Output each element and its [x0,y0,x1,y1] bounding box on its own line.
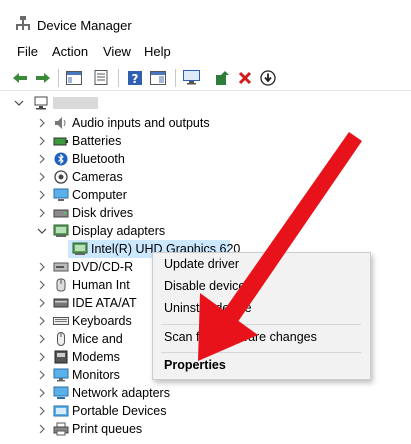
help-icon[interactable]: ? [126,69,143,86]
tree-item-label: Bluetooth [72,152,125,166]
menu-update-driver[interactable]: Update driver [164,257,239,271]
menu-file[interactable]: File [17,44,38,59]
disk-drive-icon [53,206,69,220]
menu-scan-hardware[interactable]: Scan for hardware changes [164,330,317,344]
tree-item-label: Disk drives [72,206,134,220]
redacted-computer-name [53,97,98,109]
tree-item-label: DVD/CD-R [72,260,134,274]
mouse-icon [53,332,69,346]
toolbar-separator [58,69,59,87]
audio-icon [53,116,69,130]
properties-icon[interactable] [92,69,109,86]
display-adapter-icon [53,224,69,238]
toolbar-separator [118,69,119,87]
update-driver-icon[interactable] [213,69,230,86]
printer-icon [53,422,69,436]
menu-uninstall-device[interactable]: Uninstall device [164,301,252,315]
show-hide-tree-icon[interactable] [65,69,82,86]
expand-chevron-icon[interactable] [37,370,47,380]
expand-chevron-icon[interactable] [37,262,47,272]
back-arrow-icon[interactable] [11,69,28,86]
tree-item-label: Keyboards [72,314,132,328]
expand-chevron-icon[interactable] [37,136,47,146]
expand-chevron-icon[interactable] [37,352,47,362]
window-title: Device Manager [37,18,132,33]
uninstall-icon[interactable] [236,69,253,86]
expand-chevron-icon[interactable] [37,172,47,182]
svg-text:?: ? [131,72,138,86]
monitor-icon [53,368,69,382]
menu-disable-device[interactable]: Disable device [164,279,245,293]
menu-separator [161,352,361,353]
tree-item-label: Monitors [72,368,120,382]
portable-device-icon [53,404,69,418]
tree-item-label: Cameras [72,170,123,184]
menu-help[interactable]: Help [144,44,171,59]
menu-properties[interactable]: Properties [164,358,226,372]
expand-chevron-icon[interactable] [37,190,47,200]
collapse-chevron-icon[interactable] [14,98,24,108]
network-adapter-icon [53,386,69,400]
context-menu: Update driver Disable device Uninstall d… [152,252,371,380]
expand-chevron-icon[interactable] [37,154,47,164]
expand-chevron-icon[interactable] [37,298,47,308]
camera-icon [53,170,69,184]
menu-view[interactable]: View [103,44,131,59]
expand-chevron-icon[interactable] [37,280,47,290]
menu-bar: File Action View Help [0,44,411,62]
scan-hardware-icon[interactable] [183,69,200,86]
title-bar: Device Manager [0,0,411,40]
tree-item-label: Print queues [72,422,143,436]
tree-item-label: IDE ATA/AT [72,296,137,310]
ide-icon [53,296,69,310]
expand-chevron-icon[interactable] [37,118,47,128]
computer-root-icon [33,96,49,110]
display-adapter-icon [72,242,88,256]
expand-chevron-icon[interactable] [37,388,47,398]
tree-item-label: Audio inputs and outputs [72,116,210,130]
expand-chevron-icon[interactable] [37,406,47,416]
expand-chevron-icon[interactable] [37,316,47,326]
expand-chevron-icon[interactable] [37,424,47,434]
tree-item-label: Computer [72,188,127,202]
tree-item-label: Batteries [72,134,122,148]
menu-action[interactable]: Action [52,44,88,59]
toolbar: ? [0,66,411,91]
tree-item-label: Display adapters [72,224,166,238]
human-interface-icon [53,278,69,292]
bluetooth-icon [53,152,69,166]
tree-item-label: Human Int [72,278,130,292]
device-manager-icon [15,15,31,31]
expand-chevron-icon[interactable] [37,334,47,344]
action-pane-icon[interactable] [149,69,166,86]
tree-item-label: Portable Devices [72,404,167,418]
tree-item-label: Network adapters [72,386,170,400]
menu-separator [161,324,361,325]
tree-item-label: Mice and [72,332,123,346]
expand-chevron-icon[interactable] [37,208,47,218]
computer-icon [53,188,69,202]
tree-item-label: Modems [72,350,120,364]
forward-arrow-icon[interactable] [34,69,51,86]
battery-icon [53,134,69,148]
download-icon[interactable] [259,69,276,86]
modem-icon [53,350,69,364]
toolbar-separator [175,69,176,87]
dvd-icon [53,260,69,274]
keyboard-icon [53,314,69,328]
collapse-chevron-icon[interactable] [37,226,47,236]
